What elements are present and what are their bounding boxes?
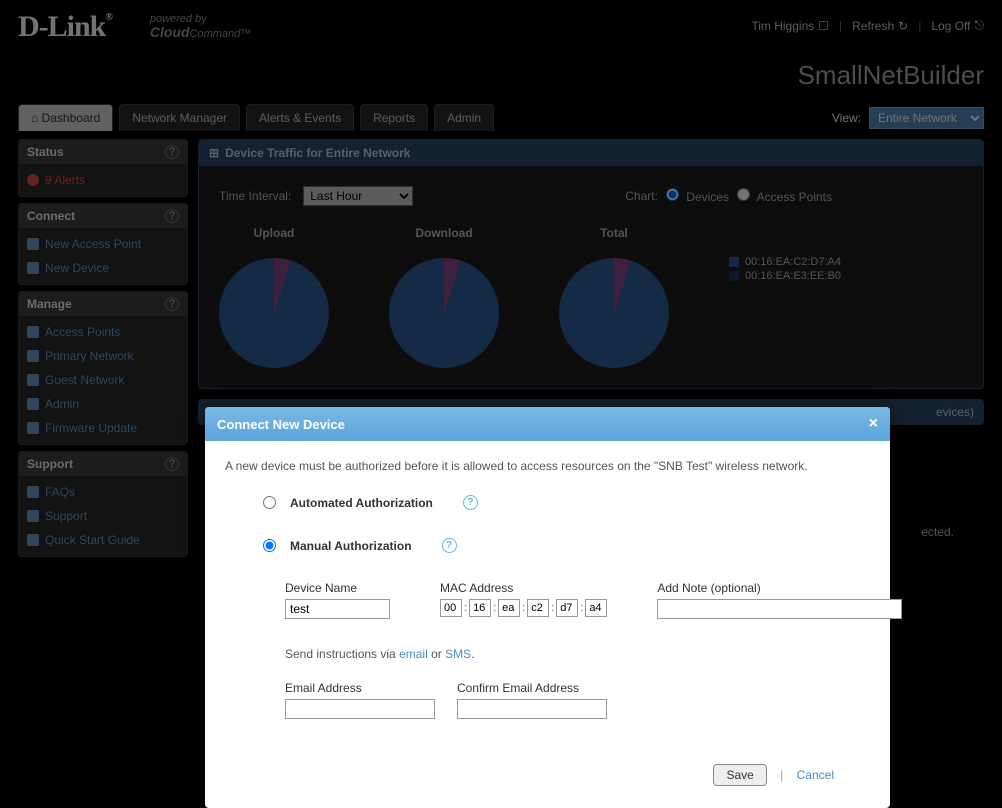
sidebar-item-new-access-point[interactable]: New Access Point <box>19 232 187 256</box>
logoff-icon: ⎋ <box>975 18 985 33</box>
sms-link[interactable]: SMS <box>445 647 471 661</box>
help-icon[interactable]: ? <box>442 538 457 553</box>
help-icon[interactable]: ? <box>165 145 179 159</box>
cancel-link[interactable]: Cancel <box>797 768 834 782</box>
confirm-email-label: Confirm Email Address <box>457 681 607 695</box>
mac-1[interactable] <box>440 599 462 617</box>
download-label: Download <box>389 226 499 240</box>
view-select[interactable]: Entire Network <box>869 107 984 129</box>
sidebar-item-quick-start[interactable]: Quick Start Guide <box>19 528 187 552</box>
upload-pie <box>219 258 329 368</box>
modal-title: Connect New Device <box>217 417 345 432</box>
tab-admin[interactable]: Admin <box>434 104 494 131</box>
email-address-input[interactable] <box>285 699 435 719</box>
sidebar-item-support[interactable]: Support <box>19 504 187 528</box>
chart-legend: 00:16:EA:C2:D7:A4 00:16:EA:E3:EE:B0 <box>729 256 841 368</box>
download-pie <box>389 258 499 368</box>
ap-icon <box>27 326 39 338</box>
chart-icon: ⊞ <box>209 146 219 160</box>
time-interval-label: Time Interval: <box>219 189 291 203</box>
mac-3[interactable] <box>498 599 520 617</box>
device-name-label: Device Name <box>285 581 390 595</box>
add-note-label: Add Note (optional) <box>657 581 902 595</box>
sidebar-item-faqs[interactable]: FAQs <box>19 480 187 504</box>
mac-address-inputs: : : : : : <box>440 599 607 617</box>
user-name-link[interactable]: Tim Higgins <box>751 19 814 33</box>
sidebar-item-guest-network[interactable]: Guest Network <box>19 368 187 392</box>
mac-5[interactable] <box>556 599 578 617</box>
user-icon: ☐ <box>818 19 829 33</box>
network-icon <box>27 350 39 362</box>
close-icon[interactable]: × <box>869 415 878 433</box>
firmware-icon <box>27 422 39 434</box>
sidebar-item-new-device[interactable]: New Device <box>19 256 187 280</box>
total-pie <box>559 258 669 368</box>
faq-icon <box>27 486 39 498</box>
main-panel-header: ⊞ Device Traffic for Entire Network <box>199 140 983 166</box>
sidebar-item-primary-network[interactable]: Primary Network <box>19 344 187 368</box>
time-interval-select[interactable]: Last Hour <box>303 186 413 206</box>
mac-address-label: MAC Address <box>440 581 607 595</box>
view-label: View: <box>832 111 861 125</box>
help-icon[interactable]: ? <box>463 495 478 510</box>
chart-label: Chart: <box>625 189 658 203</box>
tab-alerts-events[interactable]: Alerts & Events <box>246 104 354 131</box>
sidebar: Status? 9 Alerts Connect? New Access Poi… <box>18 139 188 563</box>
tab-dashboard[interactable]: ⌂ Dashboard <box>18 104 113 131</box>
sidebar-item-admin[interactable]: Admin <box>19 392 187 416</box>
support-icon <box>27 510 39 522</box>
guest-icon <box>27 374 39 386</box>
help-icon[interactable]: ? <box>165 457 179 471</box>
confirm-email-input[interactable] <box>457 699 607 719</box>
admin-icon <box>27 398 39 410</box>
save-button[interactable]: Save <box>713 764 766 786</box>
alerts-link[interactable]: 9 Alerts <box>19 168 187 192</box>
email-address-label: Email Address <box>285 681 435 695</box>
refresh-link[interactable]: Refresh <box>852 19 894 33</box>
manual-auth-radio[interactable] <box>263 539 276 552</box>
alert-icon <box>27 174 39 186</box>
chart-radio-devices[interactable]: Devices <box>666 188 729 204</box>
help-icon[interactable]: ? <box>165 209 179 223</box>
send-instructions-text: Send instructions via email or SMS. <box>285 647 870 661</box>
upload-label: Upload <box>219 226 329 240</box>
total-label: Total <box>559 226 669 240</box>
connect-panel-title: Connect <box>27 209 75 223</box>
support-panel-title: Support <box>27 457 73 471</box>
guide-icon <box>27 534 39 546</box>
device-icon <box>27 262 39 274</box>
status-panel-title: Status <box>27 145 64 159</box>
mac-6[interactable] <box>585 599 607 617</box>
refresh-icon: ↻ <box>898 19 908 33</box>
manual-auth-label: Manual Authorization <box>290 539 412 553</box>
mac-2[interactable] <box>469 599 491 617</box>
sidebar-item-access-points[interactable]: Access Points <box>19 320 187 344</box>
chart-radio-aps[interactable]: Access Points <box>737 188 832 204</box>
mac-4[interactable] <box>527 599 549 617</box>
dlink-logo: D-Link® <box>18 10 112 44</box>
sidebar-item-firmware[interactable]: Firmware Update <box>19 416 187 440</box>
site-name: SmallNetBuilder <box>798 60 984 91</box>
connect-new-device-modal: Connect New Device × A new device must b… <box>205 407 890 808</box>
add-note-input[interactable] <box>657 599 902 619</box>
help-icon[interactable]: ? <box>165 297 179 311</box>
cloud-command-logo: powered by CloudCommand™ <box>150 13 251 40</box>
tab-reports[interactable]: Reports <box>360 104 428 131</box>
manage-panel-title: Manage <box>27 297 72 311</box>
device-name-input[interactable] <box>285 599 390 619</box>
top-right-links: Tim Higgins ☐ | Refresh ↻ | Log Off ⎋ <box>751 18 984 33</box>
ap-icon <box>27 238 39 250</box>
logoff-link[interactable]: Log Off <box>931 19 970 33</box>
modal-intro-text: A new device must be authorized before i… <box>225 459 870 473</box>
tab-network-manager[interactable]: Network Manager <box>119 104 240 131</box>
email-link[interactable]: email <box>399 647 428 661</box>
automated-auth-label: Automated Authorization <box>290 496 433 510</box>
automated-auth-radio[interactable] <box>263 496 276 509</box>
